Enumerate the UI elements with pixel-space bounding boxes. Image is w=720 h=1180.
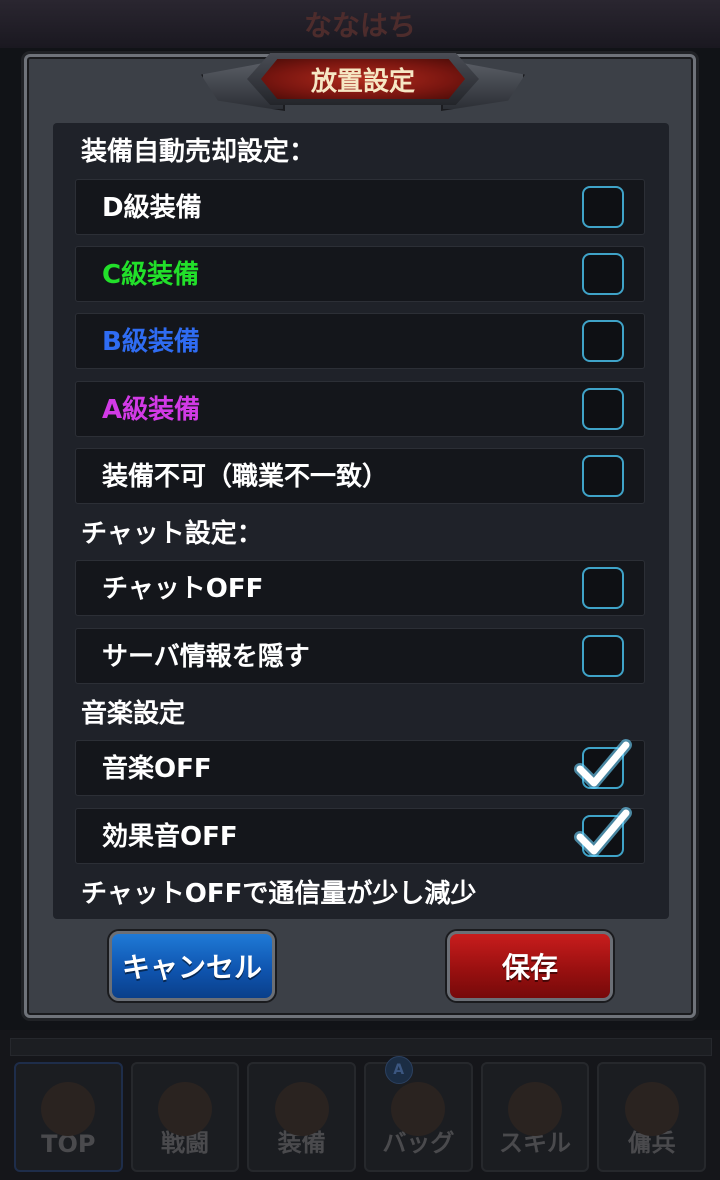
checkmark-icon [574, 807, 632, 857]
setting-row-sound-effect-off[interactable]: 効果音OFF [75, 807, 645, 864]
dialog-title-plate: 放置設定 [201, 53, 525, 119]
setting-row-music-off[interactable]: 音楽OFF [75, 739, 645, 796]
checkbox-b-grade[interactable] [582, 320, 624, 362]
setting-label-c-grade: C級装備 [102, 260, 200, 290]
setting-label-a-grade: A級装備 [102, 395, 201, 425]
equipment-icon [274, 1082, 329, 1136]
bag-icon [391, 1082, 446, 1136]
checkbox-a-grade[interactable] [582, 388, 624, 430]
setting-row-chat-off[interactable]: チャットOFF [75, 560, 645, 616]
nav-mercenary[interactable]: 傭兵 [597, 1062, 707, 1172]
nav-equipment[interactable]: 装備 [247, 1062, 357, 1172]
settings-panel: 装備自動売却設定： D級装備 C級装備 B級装備 A級装備 装備不可（職業不一致… [53, 123, 669, 919]
checkbox-d-grade[interactable] [582, 186, 624, 228]
save-button-label: 保存 [501, 951, 558, 984]
bottom-nav: TOP 戦闘 装備 A バッグ スキル 傭兵 [14, 1056, 707, 1172]
nav-badge: A [384, 1056, 413, 1084]
battle-icon [158, 1082, 212, 1136]
setting-row-unequippable[interactable]: 装備不可（職業不一致） [75, 448, 645, 504]
mercenary-icon [624, 1082, 679, 1136]
game-title: ななはち [303, 9, 416, 42]
nav-skill[interactable]: スキル [480, 1062, 590, 1172]
chat-section-title: チャット設定： [81, 519, 263, 549]
experience-bar [10, 1038, 712, 1056]
save-button[interactable]: 保存 [447, 931, 613, 1001]
checkbox-c-grade[interactable] [582, 253, 624, 295]
cancel-button[interactable]: キャンセル [109, 931, 275, 1001]
checkbox-chat-off[interactable] [582, 567, 624, 609]
setting-row-b-grade[interactable]: B級装備 [75, 313, 645, 369]
nav-battle[interactable]: 戦闘 [130, 1062, 240, 1172]
setting-label-hide-server-info: サーバ情報を隠す [102, 642, 310, 672]
setting-label-chat-off: チャットOFF [102, 574, 264, 604]
cancel-button-label: キャンセル [121, 951, 262, 984]
setting-row-hide-server-info[interactable]: サーバ情報を隠す [75, 628, 645, 684]
setting-row-c-grade[interactable]: C級装備 [75, 246, 645, 302]
game-header: ななはち [0, 0, 720, 48]
setting-label-sound-effect-off: 効果音OFF [102, 822, 238, 852]
top-icon [41, 1082, 96, 1136]
checkmark-icon [574, 739, 632, 789]
checkbox-unequippable[interactable] [582, 455, 624, 497]
idle-settings-dialog: 放置設定 装備自動売却設定： D級装備 C級装備 B級装備 A級装備 装備不可（… [24, 53, 696, 1018]
setting-label-music-off: 音楽OFF [102, 754, 212, 784]
setting-label-d-grade: D級装備 [102, 193, 202, 223]
nav-top[interactable]: TOP [14, 1062, 123, 1172]
setting-label-unequippable: 装備不可（職業不一致） [102, 462, 389, 492]
dialog-title: 放置設定 [310, 66, 415, 97]
music-section-title: 音楽設定 [81, 699, 186, 729]
setting-row-a-grade[interactable]: A級装備 [75, 381, 645, 437]
setting-label-b-grade: B級装備 [102, 327, 200, 357]
equipment-sell-section-title: 装備自動売却設定： [81, 137, 316, 167]
skill-icon [508, 1082, 563, 1136]
setting-row-d-grade[interactable]: D級装備 [75, 179, 645, 235]
nav-bag[interactable]: A バッグ [364, 1056, 473, 1172]
chat-data-usage-note: チャットOFFで通信量が少し減少 [81, 879, 477, 909]
checkbox-hide-server-info[interactable] [582, 635, 624, 677]
